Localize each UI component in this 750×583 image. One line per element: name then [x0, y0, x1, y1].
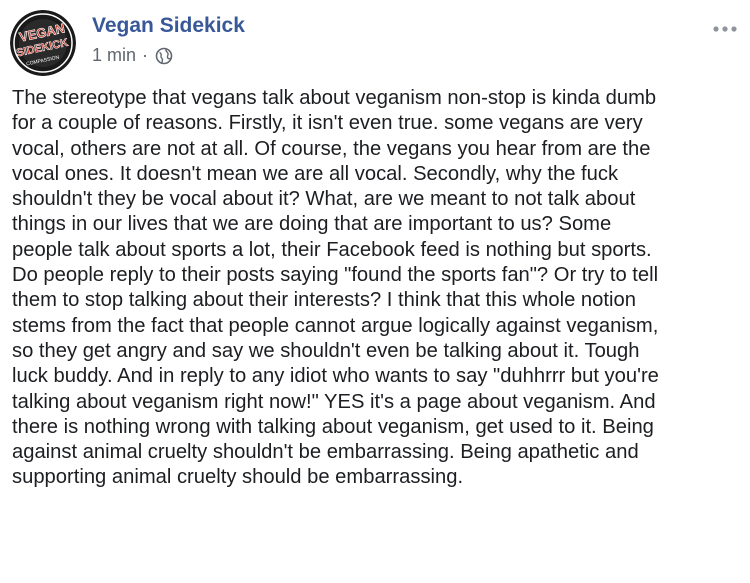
post-text-line: there is nothing wrong with talking abou…: [12, 415, 654, 438]
post-text-line: vocal ones. It doesn't mean we are all v…: [12, 162, 619, 185]
post-body: The stereotype that vegans talk about ve…: [12, 86, 740, 491]
vegan-sidekick-logo-icon: VEGAN SIDEKICK COMPASSION: [10, 10, 76, 76]
globe-icon[interactable]: [155, 47, 173, 65]
post-text-line: things in our lives that we are doing th…: [12, 213, 612, 236]
meta-separator: ·: [142, 45, 149, 65]
facebook-post: VEGAN SIDEKICK COMPASSION Vegan Sidekick…: [0, 0, 750, 583]
post-text-line: so they get angry and say we shouldn't e…: [12, 339, 640, 362]
post-text-line: talking about veganism right now!" YES i…: [12, 390, 656, 413]
post-text-line: luck buddy. And in reply to any idiot wh…: [12, 365, 659, 388]
post-text-line: against animal cruelty shouldn't be emba…: [12, 441, 639, 464]
page-avatar[interactable]: VEGAN SIDEKICK COMPASSION: [10, 10, 76, 76]
post-text-line: supporting animal cruelty should be emba…: [12, 466, 464, 489]
post-text-line: Do people reply to their posts saying "f…: [12, 264, 659, 287]
post-meta: 1 min ·: [92, 45, 173, 66]
more-options-icon[interactable]: [712, 22, 738, 36]
post-text-line: people talk about sports a lot, their Fa…: [12, 238, 652, 261]
post-text-line: stems from the fact that people cannot a…: [12, 314, 659, 337]
page-name-link[interactable]: Vegan Sidekick: [92, 14, 245, 38]
post-text-line: vocal, others are not at all. Of course,…: [12, 137, 651, 160]
post-text-line: for a couple of reasons. Firstly, it isn…: [12, 112, 643, 135]
post-header: VEGAN SIDEKICK COMPASSION Vegan Sidekick…: [10, 8, 740, 78]
post-timestamp[interactable]: 1 min: [92, 45, 136, 66]
post-text-line: them to stop talking about their interes…: [12, 289, 636, 312]
post-text-line: The stereotype that vegans talk about ve…: [12, 87, 657, 109]
post-text-line: shouldn't they be vocal about it? What, …: [12, 188, 636, 211]
